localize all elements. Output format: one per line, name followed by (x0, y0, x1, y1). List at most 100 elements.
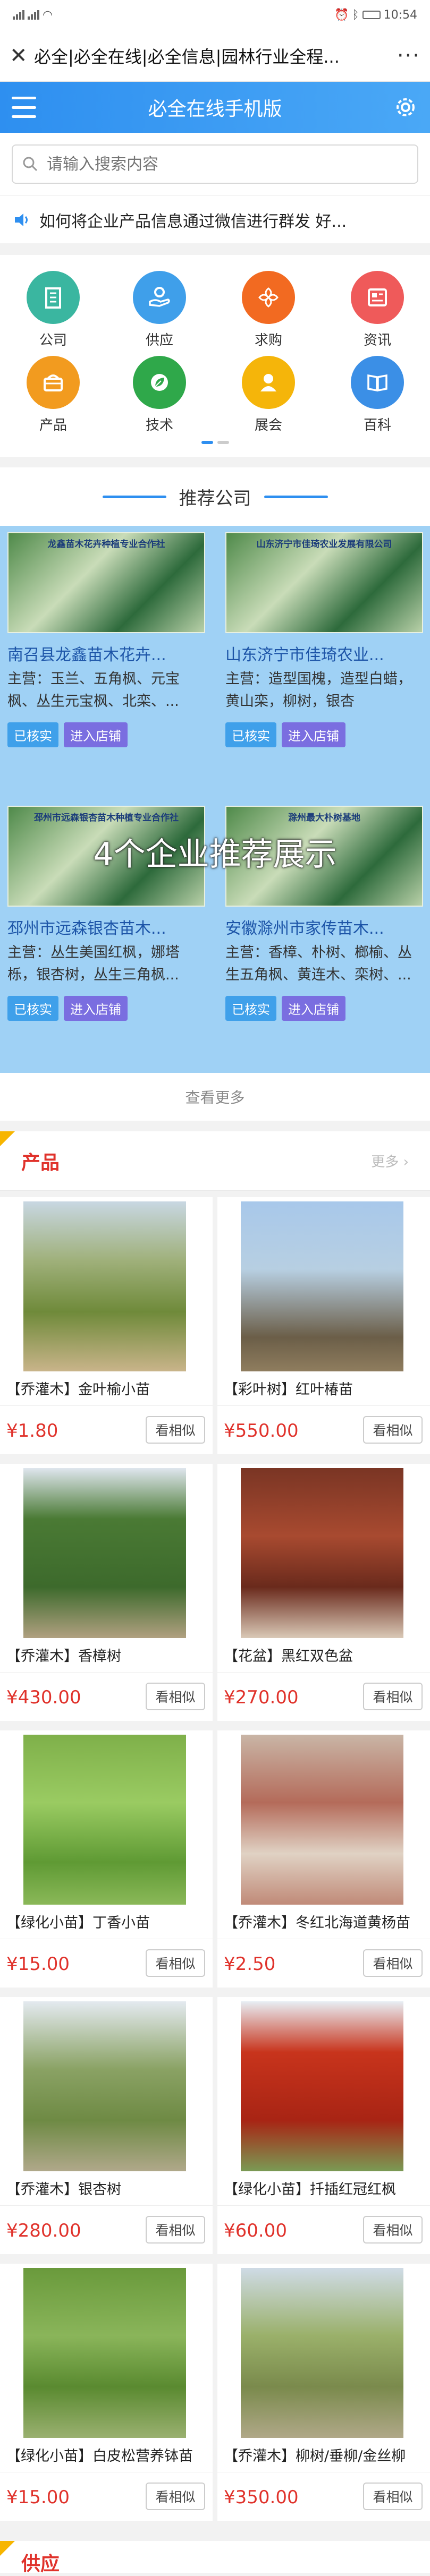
company-banner-image: 山东济宁市佳琦农业发展有限公司 (225, 532, 423, 633)
category-label: 求购 (254, 332, 282, 348)
company-name[interactable]: 安徽滁州市家传苗木... (225, 915, 423, 939)
category-tech[interactable]: 技术 (122, 356, 197, 434)
see-more-link[interactable]: 查看更多 (0, 1073, 430, 1121)
product-name[interactable]: 【绿化小苗】丁香小苗 (6, 1911, 208, 1932)
more-label: 更多 (371, 1154, 399, 1170)
signal-icon (13, 10, 24, 20)
product-card[interactable]: 【乔灌木】柳树/垂柳/金丝柳 ¥350.00 看相似 (217, 2264, 430, 2521)
enter-store-button[interactable]: 进入店铺 (64, 996, 128, 1021)
notice-text: 如何将企业产品信息通过微信进行群发 好... (39, 212, 347, 231)
recommended-companies: 推荐公司 龙鑫苗木花卉种植专业合作社 南召县龙鑫苗木花卉... 主营：玉兰、五角… (0, 467, 430, 1121)
category-encyclopedia[interactable]: 百科 (340, 356, 415, 434)
product-image[interactable] (23, 2001, 186, 2171)
product-image[interactable] (241, 1201, 403, 1371)
bluetooth-icon: ᛒ (352, 8, 359, 22)
corner-badge (0, 1131, 15, 1146)
product-card[interactable]: 【乔灌木】香樟树 ¥430.00 看相似 (0, 1464, 213, 1721)
search-icon (23, 157, 38, 172)
page-title: 必全|必全在线|必全信息|园林行业全程... (34, 46, 340, 67)
banner-caption: 龙鑫苗木花卉种植专业合作社 (47, 539, 165, 550)
overlay-caption: 4个企业推荐展示 (93, 836, 337, 873)
product-card[interactable]: 【花盆】黑红双色盆 ¥270.00 看相似 (217, 1464, 430, 1721)
product-name[interactable]: 【绿化小苗】白皮松营养钵苗 (6, 2444, 208, 2465)
category-news[interactable]: 资讯 (340, 271, 415, 349)
category-purchase[interactable]: 求购 (231, 271, 306, 349)
company-name[interactable]: 山东济宁市佳琦农业... (225, 642, 423, 665)
close-icon[interactable]: ✕ (10, 44, 34, 68)
product-image[interactable] (23, 1735, 186, 1905)
product-image[interactable] (241, 1735, 403, 1905)
divider (0, 1672, 213, 1673)
product-image[interactable] (23, 1468, 186, 1638)
product-name[interactable]: 【乔灌木】香樟树 (6, 1644, 208, 1665)
purchase-icon (242, 271, 295, 324)
company-card[interactable]: 龙鑫苗木花卉种植专业合作社 南召县龙鑫苗木花卉... 主营：玉兰、五角枫、元宝枫… (0, 526, 212, 791)
enter-store-button[interactable]: 进入店铺 (282, 996, 345, 1021)
find-similar-button[interactable]: 看相似 (363, 2216, 423, 2244)
find-similar-button[interactable]: 看相似 (146, 2483, 205, 2510)
product-image[interactable] (23, 1201, 186, 1371)
company-name[interactable]: 南召县龙鑫苗木花卉... (7, 642, 205, 665)
company-name[interactable]: 邳州市远森银杏苗木... (7, 915, 205, 939)
find-similar-button[interactable]: 看相似 (363, 1949, 423, 1977)
building-icon (27, 271, 80, 324)
product-price: ¥280.00 (6, 2220, 81, 2241)
more-link[interactable]: 更多 › (371, 1151, 409, 1171)
verified-badge: 已核实 (7, 722, 58, 747)
find-similar-button[interactable]: 看相似 (363, 1683, 423, 1710)
product-card[interactable]: 【乔灌木】金叶榆小苗 ¥1.80 看相似 (0, 1197, 213, 1454)
signal-icon (28, 10, 39, 20)
find-similar-button[interactable]: 看相似 (363, 1416, 423, 1444)
product-name[interactable]: 【乔灌木】银杏树 (6, 2178, 208, 2198)
more-options-icon[interactable]: ··· (397, 44, 420, 68)
find-similar-button[interactable]: 看相似 (146, 1949, 205, 1977)
product-image[interactable] (241, 2268, 403, 2438)
supply-section-header: 供应 (0, 2541, 430, 2575)
exhibition-icon (242, 356, 295, 409)
category-company[interactable]: 公司 (16, 271, 90, 349)
find-similar-button[interactable]: 看相似 (146, 1683, 205, 1710)
find-similar-button[interactable]: 看相似 (146, 1416, 205, 1444)
category-label: 技术 (145, 417, 173, 433)
category-supply[interactable]: 供应 (122, 271, 197, 349)
product-name[interactable]: 【彩叶树】红叶椿苗 (224, 1378, 426, 1398)
enter-store-button[interactable]: 进入店铺 (64, 722, 128, 747)
speaker-icon (15, 213, 28, 226)
page-indicator (0, 441, 430, 444)
search-box[interactable] (12, 144, 418, 184)
category-grid: 公司 供应 求购 资讯 产品 技术 展会 百科 (0, 255, 430, 457)
product-name[interactable]: 【乔灌木】冬红北海道黄杨苗 (224, 1911, 426, 1932)
product-card[interactable]: 【绿化小苗】白皮松营养钵苗 ¥15.00 看相似 (0, 2264, 213, 2521)
product-name[interactable]: 【乔灌木】柳树/垂柳/金丝柳 (224, 2444, 426, 2465)
category-product[interactable]: 产品 (16, 356, 90, 434)
product-name[interactable]: 【绿化小苗】扦插红冠红枫 (224, 2178, 426, 2198)
gear-icon[interactable] (393, 95, 418, 120)
signal-group: ◠ (13, 8, 53, 22)
product-card[interactable]: 【绿化小苗】扦插红冠红枫 ¥60.00 看相似 (217, 1997, 430, 2254)
product-card[interactable]: 【彩叶树】红叶椿苗 ¥550.00 看相似 (217, 1197, 430, 1454)
section-header: 推荐公司 (0, 467, 430, 526)
menu-icon[interactable] (12, 97, 36, 118)
enter-store-button[interactable]: 进入店铺 (282, 722, 345, 747)
find-similar-button[interactable]: 看相似 (363, 2483, 423, 2510)
find-similar-button[interactable]: 看相似 (146, 2216, 205, 2244)
verified-badge: 已核实 (7, 996, 58, 1021)
banner-caption: 山东济宁市佳琦农业发展有限公司 (256, 539, 392, 550)
product-price: ¥350.00 (224, 2487, 299, 2508)
category-exhibition[interactable]: 展会 (231, 356, 306, 434)
company-card[interactable]: 山东济宁市佳琦农业发展有限公司 山东济宁市佳琦农业... 主营：造型国槐，造型白… (218, 526, 429, 791)
product-price: ¥15.00 (6, 2487, 70, 2508)
product-card[interactable]: 【乔灌木】银杏树 ¥280.00 看相似 (0, 1997, 213, 2254)
notice-bar[interactable]: 如何将企业产品信息通过微信进行群发 好... (0, 195, 430, 243)
product-image[interactable] (241, 1468, 403, 1638)
product-image[interactable] (23, 2268, 186, 2438)
tech-leaf-icon (133, 356, 186, 409)
product-image[interactable] (241, 2001, 403, 2171)
product-card[interactable]: 【绿化小苗】丁香小苗 ¥15.00 看相似 (0, 1730, 213, 1988)
battery-icon (362, 11, 381, 19)
product-card[interactable]: 【乔灌木】冬红北海道黄杨苗 ¥2.50 看相似 (217, 1730, 430, 1988)
search-input[interactable] (46, 155, 408, 174)
product-name[interactable]: 【花盆】黑红双色盆 (224, 1644, 426, 1665)
product-name[interactable]: 【乔灌木】金叶榆小苗 (6, 1378, 208, 1398)
app-header: 必全在线手机版 (0, 82, 430, 133)
